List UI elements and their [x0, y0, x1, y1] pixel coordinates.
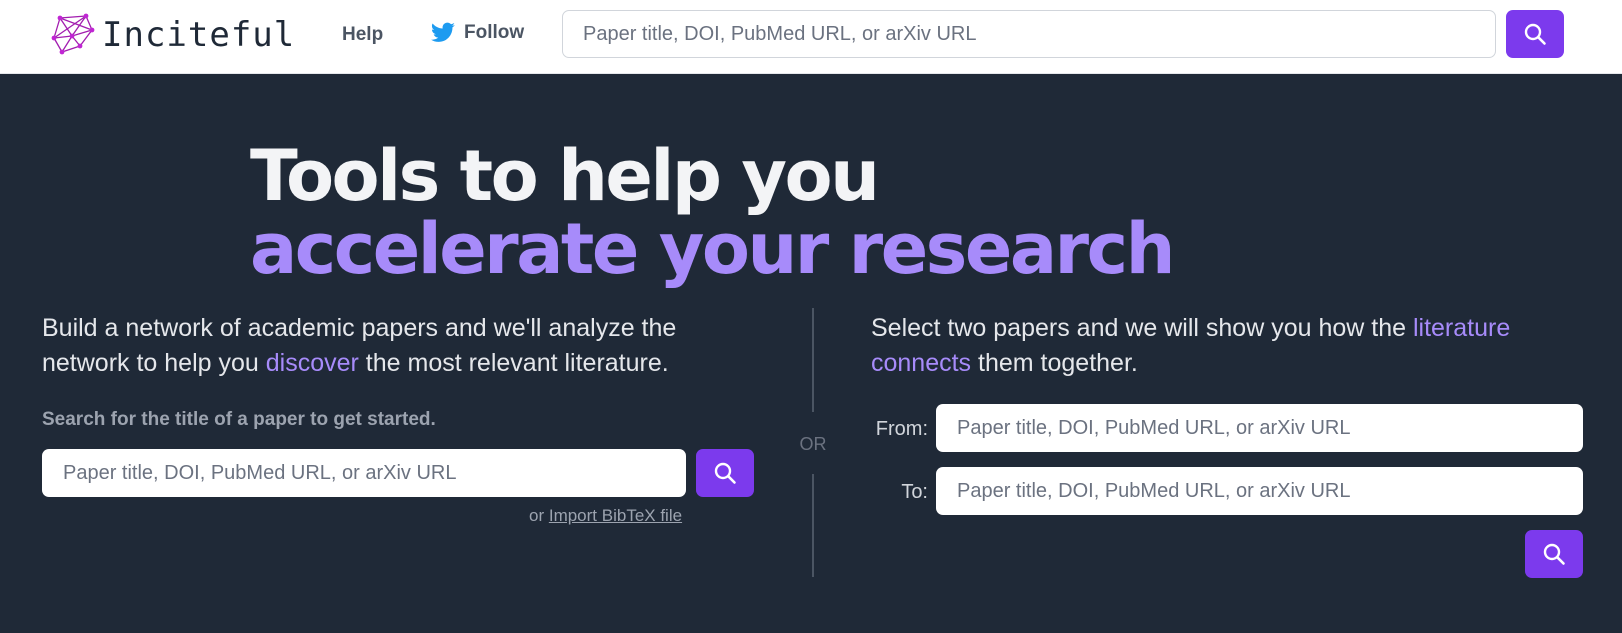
import-bibtex-link[interactable]: Import BibTeX file [549, 506, 682, 525]
from-paper-input[interactable] [936, 404, 1583, 452]
to-paper-input[interactable] [936, 467, 1583, 515]
nav-help-link[interactable]: Help [342, 24, 383, 46]
connect-description: Select two papers and we will show you h… [871, 311, 1571, 381]
nav-follow-link[interactable]: Follow [430, 20, 524, 46]
discover-highlight: discover [265, 349, 359, 377]
import-prefix: or [529, 506, 549, 525]
top-search-input[interactable] [562, 10, 1496, 58]
column-divider-top [812, 308, 814, 412]
from-label: From: [875, 418, 928, 440]
connect-description-text-end: them together. [971, 349, 1138, 377]
magnifier-icon [714, 462, 736, 484]
brand-name: Inciteful [102, 15, 296, 55]
search-hint: Search for the title of a paper to get s… [42, 409, 436, 430]
twitter-bird-icon [431, 22, 455, 42]
to-label: To: [901, 481, 928, 503]
brand-logo-link[interactable]: Inciteful [50, 12, 295, 58]
magnifier-icon [1524, 23, 1546, 45]
hero-title-line2: accelerate your research [250, 208, 1175, 290]
connect-description-text: Select two papers and we will show you h… [871, 314, 1413, 342]
top-navbar: Inciteful Help Follow [0, 0, 1622, 74]
hero-title-line1: Tools to help you [250, 135, 880, 217]
nav-follow-label: Follow [464, 22, 525, 43]
connect-search-button[interactable] [1525, 530, 1583, 578]
magnifier-icon [1543, 543, 1565, 565]
network-description: Build a network of academic papers and w… [42, 311, 742, 381]
import-row: or Import BibTeX file [529, 506, 682, 526]
column-divider-bottom [812, 474, 814, 577]
paper-search-input[interactable] [42, 449, 686, 497]
network-description-text-end: the most relevant literature. [358, 349, 669, 377]
paper-search-button[interactable] [696, 449, 754, 497]
or-separator: OR [799, 434, 827, 454]
top-search-button[interactable] [1506, 10, 1564, 58]
network-graph-icon [51, 13, 95, 55]
